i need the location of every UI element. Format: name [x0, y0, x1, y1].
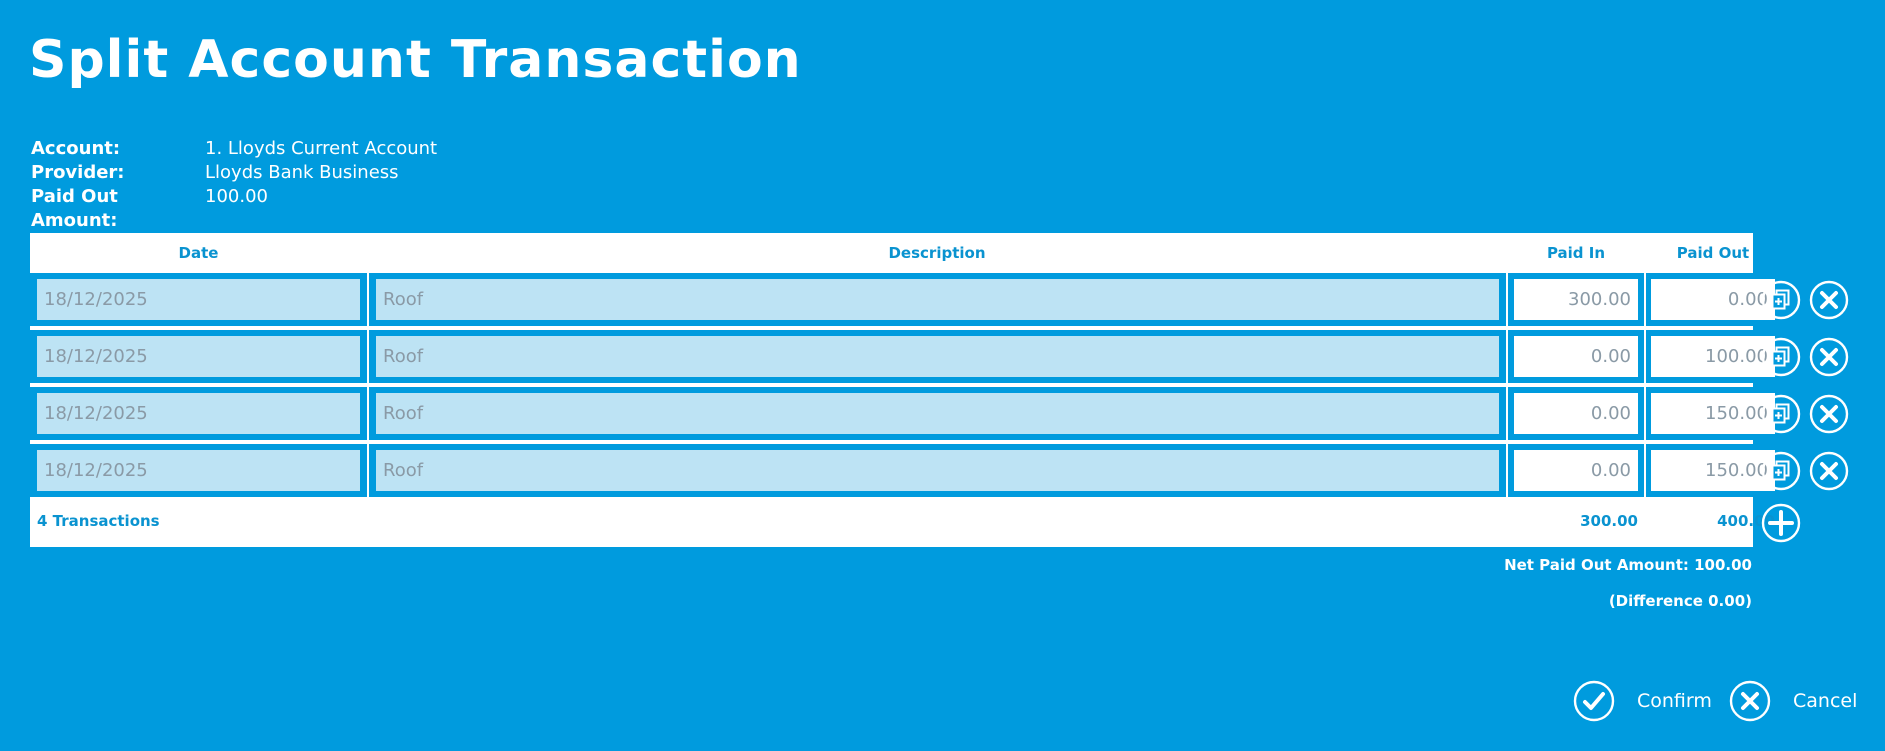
- description-cell: Roof: [369, 330, 1506, 383]
- cancel-button[interactable]: Cancel: [1729, 680, 1857, 722]
- description-field[interactable]: Roof: [376, 393, 1499, 434]
- paid-out-field[interactable]: 100.00: [1651, 336, 1775, 377]
- split-transactions-table: Date Description Paid In Paid Out 18/12/…: [30, 233, 1781, 547]
- copy-row-icon: [1761, 337, 1801, 377]
- copy-row-icon: [1761, 280, 1801, 320]
- difference-amount: (Difference 0.00): [1608, 592, 1752, 610]
- table-row: 18/12/2025 Roof 0.00 150.00: [30, 444, 1781, 497]
- delete-row-button[interactable]: [1809, 280, 1849, 320]
- date-field[interactable]: 18/12/2025: [37, 336, 360, 377]
- paid-in-field[interactable]: 0.00: [1514, 336, 1638, 377]
- account-label: Account:: [31, 138, 121, 159]
- copy-row-button[interactable]: [1761, 394, 1801, 434]
- date-cell: 18/12/2025: [30, 273, 367, 326]
- net-paid-out-amount: Net Paid Out Amount: 100.00: [1504, 556, 1752, 574]
- add-row-button[interactable]: [1761, 503, 1801, 543]
- transaction-count: 4 Transactions: [37, 512, 160, 530]
- delete-row-button[interactable]: [1809, 451, 1849, 491]
- add-row-icon: [1761, 503, 1801, 543]
- page-title: Split Account Transaction: [29, 30, 802, 90]
- close-circle-icon: [1729, 680, 1771, 722]
- copy-row-icon: [1761, 394, 1801, 434]
- date-field[interactable]: 18/12/2025: [37, 279, 360, 320]
- column-header-date: Date: [178, 244, 219, 262]
- delete-row-button[interactable]: [1809, 337, 1849, 377]
- paid-in-cell: 0.00: [1508, 444, 1644, 497]
- delete-row-icon: [1809, 280, 1849, 320]
- description-cell: Roof: [369, 387, 1506, 440]
- confirm-label: Confirm: [1637, 690, 1712, 712]
- table-row: 18/12/2025 Roof 0.00 100.00: [30, 330, 1781, 383]
- table-row: 18/12/2025 Roof 300.00 0.00: [30, 273, 1781, 326]
- description-field[interactable]: Roof: [376, 450, 1499, 491]
- date-cell: 18/12/2025: [30, 444, 367, 497]
- cancel-label: Cancel: [1793, 690, 1858, 712]
- description-cell: Roof: [369, 273, 1506, 326]
- date-field[interactable]: 18/12/2025: [37, 393, 360, 434]
- paid-in-field[interactable]: 0.00: [1514, 393, 1638, 434]
- date-cell: 18/12/2025: [30, 330, 367, 383]
- paid-out-field[interactable]: 150.00: [1651, 393, 1775, 434]
- check-circle-icon: [1573, 680, 1615, 722]
- confirm-button[interactable]: Confirm: [1573, 680, 1712, 722]
- copy-row-icon: [1761, 451, 1801, 491]
- provider-row: Provider: Lloyds Bank Business: [31, 161, 437, 185]
- date-cell: 18/12/2025: [30, 387, 367, 440]
- paid-in-cell: 300.00: [1508, 273, 1644, 326]
- column-header-paid-out: Paid Out: [1676, 244, 1750, 262]
- account-row: Account: 1. Lloyds Current Account: [31, 137, 437, 161]
- paid-in-field[interactable]: 0.00: [1514, 450, 1638, 491]
- paid-out-field[interactable]: 0.00: [1651, 279, 1775, 320]
- date-field[interactable]: 18/12/2025: [37, 450, 360, 491]
- paid-in-cell: 0.00: [1508, 330, 1644, 383]
- delete-row-icon: [1809, 394, 1849, 434]
- delete-row-icon: [1809, 337, 1849, 377]
- copy-row-button[interactable]: [1761, 280, 1801, 320]
- paid-out-field[interactable]: 150.00: [1651, 450, 1775, 491]
- paid-in-field[interactable]: 300.00: [1514, 279, 1638, 320]
- paid-out-label: Paid Out Amount:: [31, 186, 118, 231]
- delete-row-button[interactable]: [1809, 394, 1849, 434]
- provider-value: Lloyds Bank Business: [205, 162, 399, 183]
- description-cell: Roof: [369, 444, 1506, 497]
- delete-row-icon: [1809, 451, 1849, 491]
- description-field[interactable]: Roof: [376, 279, 1499, 320]
- account-info: Account: 1. Lloyds Current Account Provi…: [31, 137, 437, 233]
- paid-in-cell: 0.00: [1508, 387, 1644, 440]
- total-paid-in: 300.00: [1580, 512, 1638, 530]
- column-header-paid-in: Paid In: [1546, 244, 1606, 262]
- copy-row-button[interactable]: [1761, 337, 1801, 377]
- paid-out-value: 100.00: [205, 186, 268, 207]
- provider-label: Provider:: [31, 162, 125, 183]
- paid-out-row: Paid Out Amount: 100.00: [31, 185, 437, 233]
- copy-row-button[interactable]: [1761, 451, 1801, 491]
- account-value: 1. Lloyds Current Account: [205, 138, 438, 159]
- description-field[interactable]: Roof: [376, 336, 1499, 377]
- table-row: 18/12/2025 Roof 0.00 150.00: [30, 387, 1781, 440]
- column-header-description: Description: [888, 244, 986, 262]
- total-paid-out: 400.00: [1717, 512, 1775, 530]
